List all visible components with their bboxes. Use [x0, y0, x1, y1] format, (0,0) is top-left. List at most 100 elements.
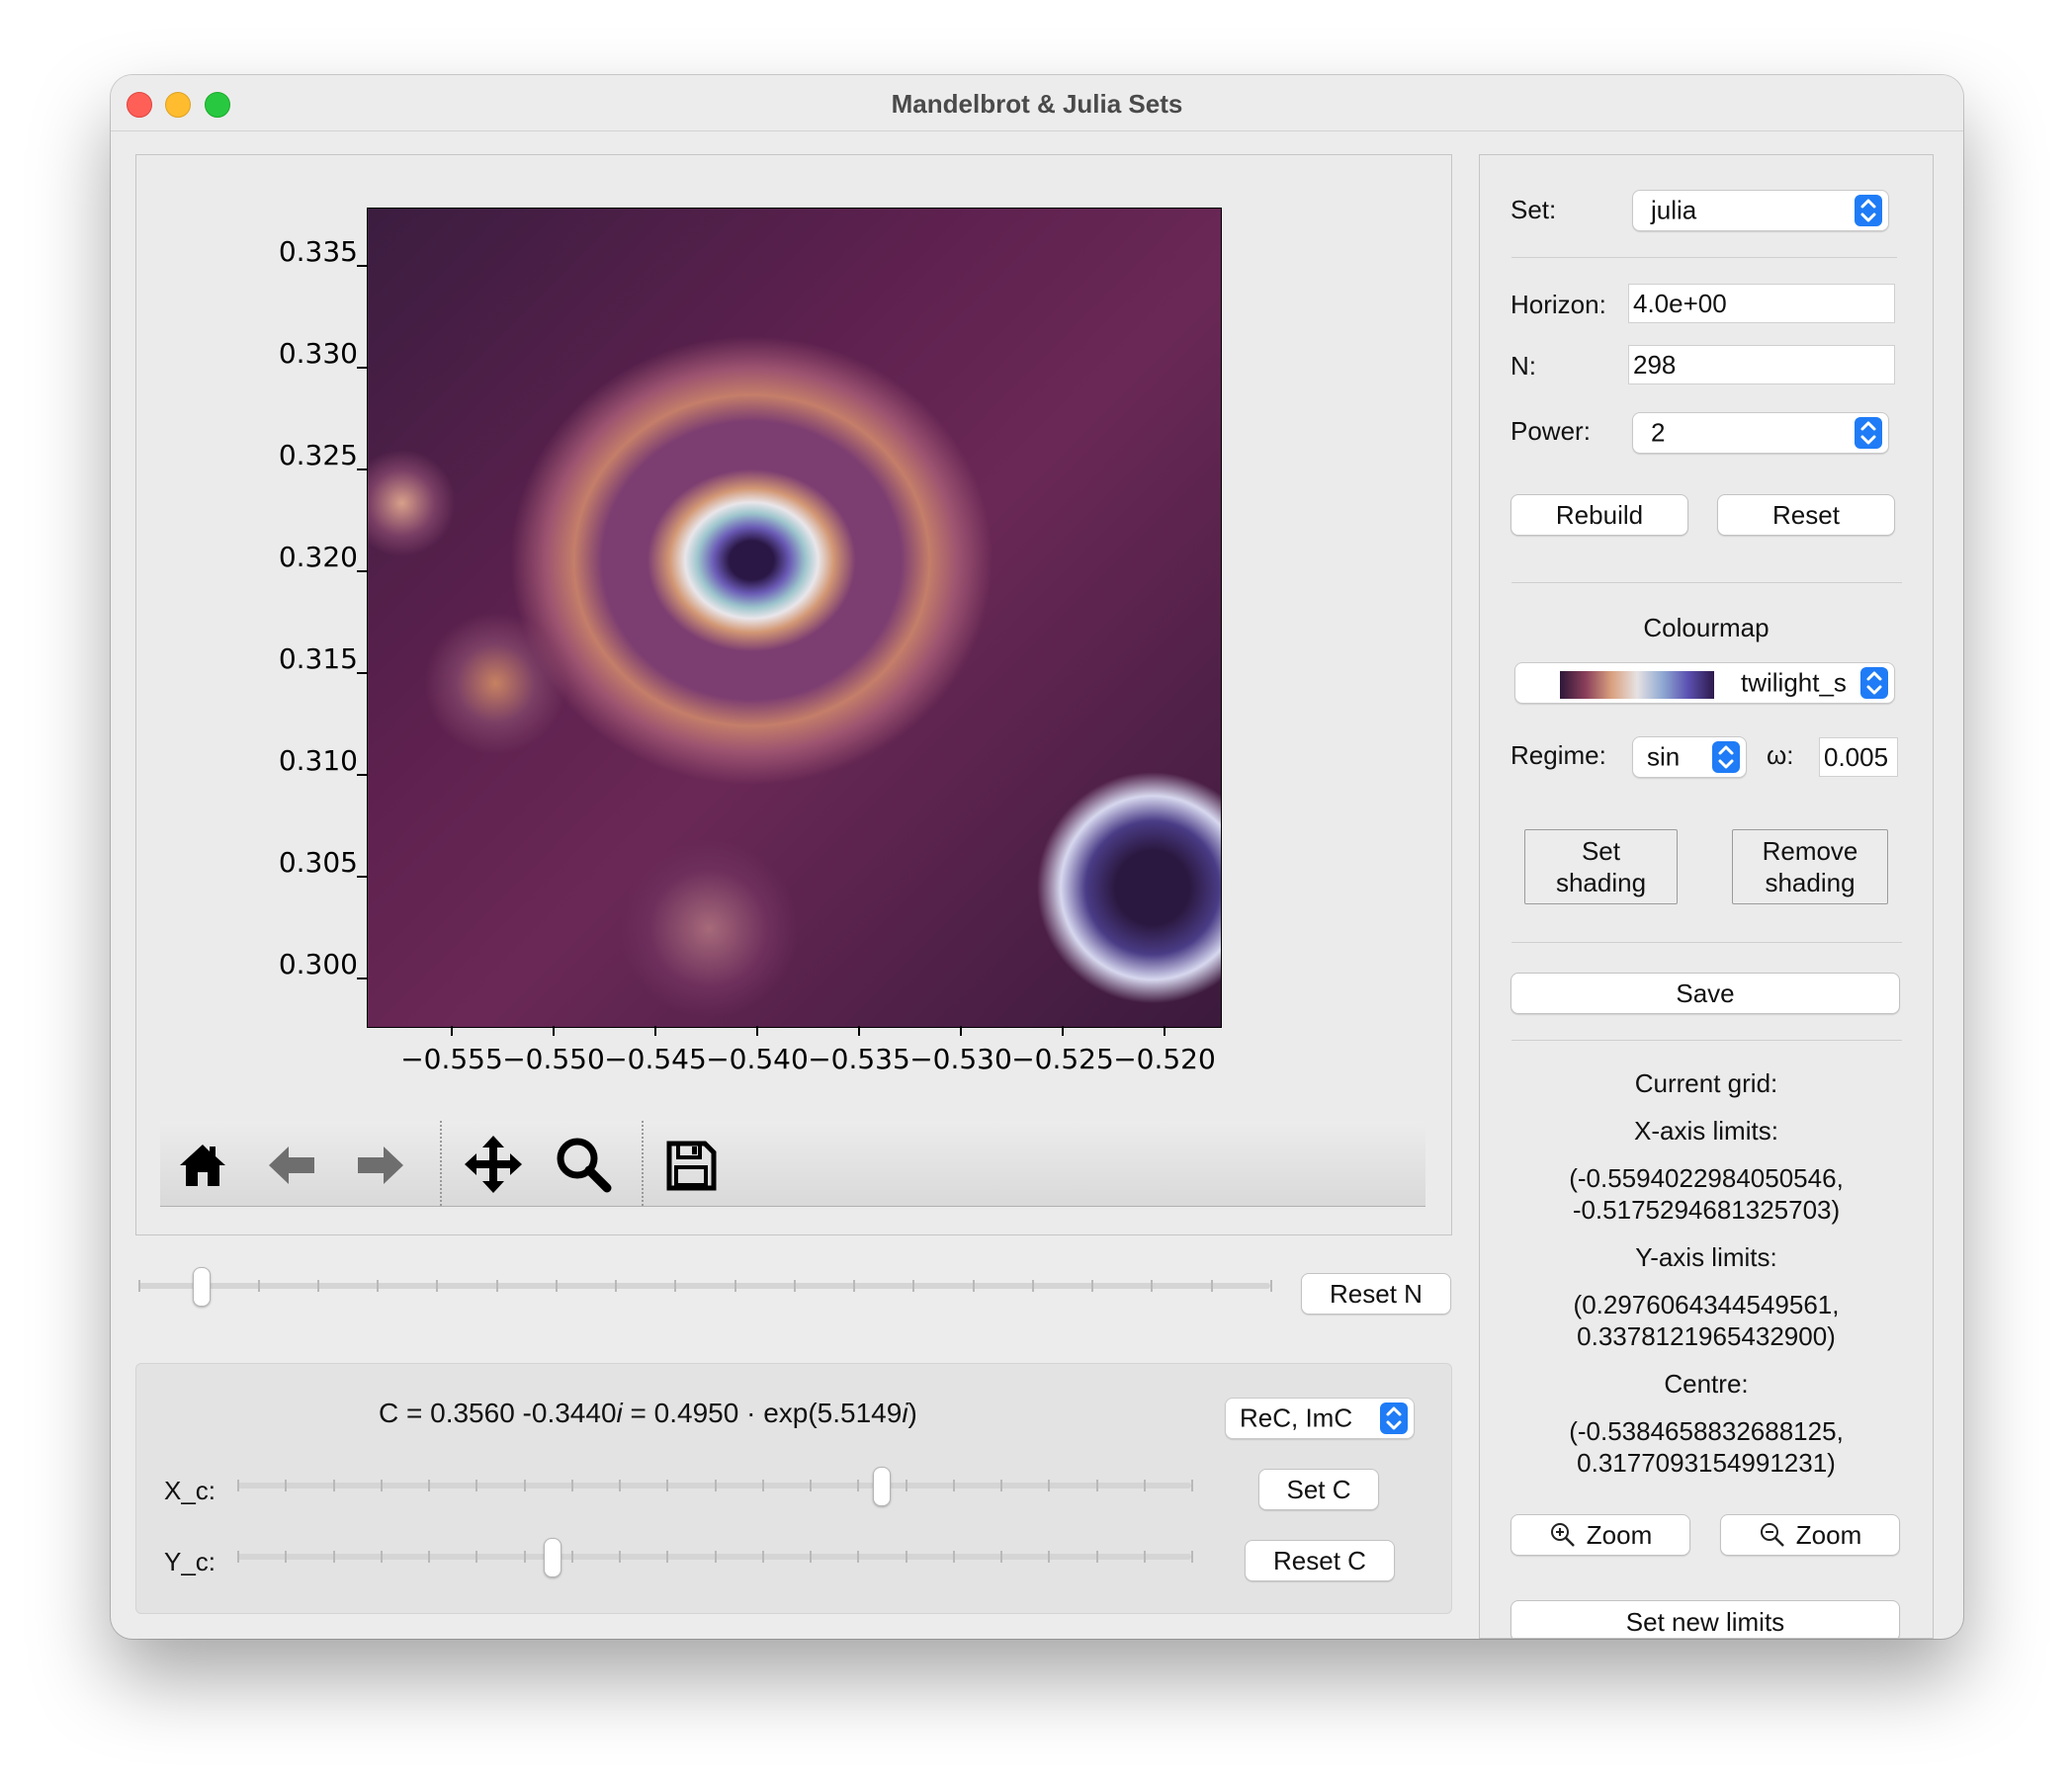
slider-tick: [666, 1480, 669, 1491]
slider-tick: [674, 1280, 677, 1292]
horizon-field[interactable]: 4.0e+00: [1628, 284, 1895, 323]
slider-tick: [436, 1280, 439, 1292]
slider-tick: [555, 1280, 558, 1292]
colourmap-select[interactable]: twilight_s: [1514, 662, 1895, 704]
divider: [1511, 257, 1897, 258]
reset-button[interactable]: Reset: [1717, 494, 1895, 536]
save-floppy-icon[interactable]: [664, 1139, 718, 1192]
x-axis-limits-label: X-axis limits:: [1634, 1116, 1778, 1146]
remove-shading-button[interactable]: Remove shading: [1732, 829, 1888, 904]
regime-select[interactable]: sin: [1632, 736, 1747, 778]
x-tick-label: −0.555: [400, 1043, 503, 1075]
slider-tick: [793, 1280, 796, 1292]
xc-slider[interactable]: [237, 1461, 1196, 1510]
y-axis-limits-label: Y-axis limits:: [1635, 1242, 1777, 1272]
slider-tick: [810, 1480, 812, 1491]
slider-tick: [570, 1480, 573, 1491]
y-tick-label: 0.310: [278, 744, 358, 777]
zoom-out-label: Zoom: [1795, 1520, 1862, 1550]
slider-tick: [853, 1280, 856, 1292]
c-mode-select[interactable]: ReC, ImC: [1225, 1398, 1415, 1439]
slider-tick: [1048, 1480, 1051, 1491]
slider-tick: [523, 1551, 526, 1563]
set-new-limits-button[interactable]: Set new limits: [1511, 1600, 1900, 1638]
slider-tick: [1143, 1551, 1146, 1563]
set-c-button[interactable]: Set C: [1258, 1469, 1379, 1510]
slider-tick: [237, 1551, 239, 1563]
n-field[interactable]: 298: [1628, 345, 1895, 384]
zoom-magnifier-icon[interactable]: [554, 1135, 613, 1194]
yc-slider-handle[interactable]: [544, 1538, 562, 1577]
slider-tick: [285, 1551, 288, 1563]
n-label: N:: [1511, 351, 1536, 381]
omega-field[interactable]: 0.005: [1819, 737, 1898, 777]
chevron-updown-icon: [1855, 195, 1882, 226]
chevron-updown-icon: [1380, 1402, 1408, 1434]
slider-tick: [570, 1551, 573, 1563]
zoom-in-icon: [1550, 1523, 1575, 1547]
slider-tick: [905, 1480, 907, 1491]
back-arrow-icon[interactable]: [265, 1139, 318, 1192]
colourmap-heading: Colourmap: [1643, 613, 1770, 642]
button-text-line: shading: [1555, 868, 1647, 897]
xc-slider-handle[interactable]: [873, 1467, 892, 1506]
slider-tick: [857, 1551, 860, 1563]
slider-tick: [912, 1280, 915, 1292]
c-readout-part: ): [907, 1398, 917, 1428]
centre-value-line: (-0.5384658832688125,: [1569, 1416, 1844, 1446]
button-text-line: Remove: [1762, 836, 1858, 866]
reset-n-button[interactable]: Reset N: [1301, 1273, 1451, 1315]
y-tick-label: 0.305: [278, 846, 358, 879]
slider-tick: [952, 1551, 955, 1563]
button-text-line: shading: [1765, 868, 1856, 897]
regime-value: sin: [1647, 741, 1681, 772]
rebuild-button[interactable]: Rebuild: [1511, 494, 1688, 536]
slider-tick: [332, 1480, 335, 1491]
set-select-value: julia: [1651, 195, 1697, 225]
x-axis-limits-value-line: -0.5175294681325703): [1572, 1195, 1841, 1225]
set-select[interactable]: julia: [1632, 190, 1889, 231]
zoom-out-button[interactable]: Zoom: [1720, 1514, 1900, 1556]
colourmap-value: twilight_s: [1741, 667, 1847, 698]
yc-slider[interactable]: [237, 1532, 1196, 1581]
pan-move-icon[interactable]: [463, 1134, 524, 1195]
slider-tick: [475, 1480, 478, 1491]
forward-arrow-icon[interactable]: [354, 1139, 407, 1192]
current-grid-heading: Current grid:: [1634, 1068, 1778, 1098]
settings-sidebar: Set: julia Horizon: 4.0e+00 N: 298 Power…: [1479, 154, 1934, 1639]
slider-tick: [761, 1551, 764, 1563]
horizon-label: Horizon:: [1511, 290, 1606, 319]
set-shading-button-text: Set shading: [1556, 835, 1646, 898]
power-select[interactable]: 2: [1632, 412, 1889, 454]
slider-tick: [138, 1280, 140, 1292]
slider-tick: [1031, 1280, 1034, 1292]
n-slider[interactable]: [138, 1261, 1275, 1311]
n-slider-handle[interactable]: [192, 1267, 211, 1307]
slider-tick: [972, 1280, 975, 1292]
slider-tick: [475, 1551, 478, 1563]
omega-label: ω:: [1767, 740, 1794, 770]
zoom-in-button[interactable]: Zoom: [1511, 1514, 1690, 1556]
y-tick-label: 0.330: [278, 337, 358, 370]
reset-c-button[interactable]: Reset C: [1245, 1540, 1395, 1581]
home-icon[interactable]: [176, 1139, 229, 1192]
slider-tick: [714, 1480, 717, 1491]
c-value-readout: C = 0.3560 -0.3440i = 0.4950 · exp(5.514…: [379, 1398, 917, 1429]
slider-tick: [857, 1480, 860, 1491]
slider-tick: [1000, 1480, 1002, 1491]
slider-tick: [428, 1551, 430, 1563]
slider-tick: [1210, 1280, 1213, 1292]
centre-value-line: 0.3177093154991231): [1577, 1448, 1836, 1478]
c-parameter-panel: C = 0.3560 -0.3440i = 0.4950 · exp(5.514…: [135, 1363, 1452, 1614]
slider-tick: [1270, 1280, 1272, 1292]
set-shading-button[interactable]: Set shading: [1524, 829, 1678, 904]
slider-tick: [905, 1551, 907, 1563]
x-axis-limits-value-line: (-0.5594022984050546,: [1569, 1163, 1844, 1193]
set-label: Set:: [1511, 195, 1557, 224]
divider: [1511, 942, 1902, 943]
slider-tick: [377, 1280, 380, 1292]
slider-tick: [380, 1551, 383, 1563]
y-axis-limits-value-line: (0.2976064344549561,: [1573, 1290, 1840, 1319]
slider-tick: [810, 1551, 812, 1563]
save-button[interactable]: Save: [1511, 973, 1900, 1014]
